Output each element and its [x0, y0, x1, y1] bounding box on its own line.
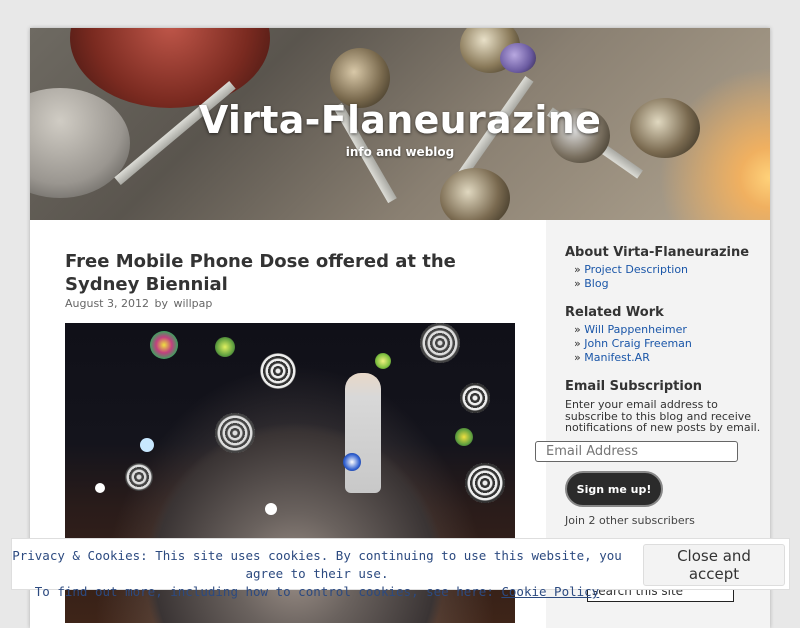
- avatar-figure: [345, 373, 381, 493]
- cookie-notice-line2: To find out more, including how to contr…: [12, 583, 622, 601]
- disc-decoration: [260, 353, 296, 389]
- site-title[interactable]: Virta-Flaneurazine: [30, 98, 770, 142]
- bullet-icon: »: [574, 323, 581, 336]
- subscription-description: Enter your email address to subscribe to…: [565, 398, 761, 434]
- list-item: » Will Pappenheimer: [574, 323, 692, 337]
- close-and-accept-button[interactable]: Close and accept: [643, 544, 785, 586]
- disc-decoration: [465, 463, 505, 503]
- disc-decoration: [265, 503, 277, 515]
- cookie-notice-line2-text: To find out more, including how to contr…: [34, 584, 502, 599]
- site-header: Virta-Flaneurazine info and weblog: [30, 28, 770, 220]
- cookie-notice: Privacy & Cookies: This site uses cookie…: [12, 547, 622, 601]
- cookie-policy-link[interactable]: Cookie Policy: [501, 584, 599, 599]
- disc-decoration: [95, 483, 105, 493]
- related-widget-title: Related Work: [565, 305, 664, 320]
- bullet-icon: »: [574, 351, 581, 364]
- bullet-icon: »: [574, 263, 581, 276]
- post-by-label: by: [154, 297, 168, 310]
- disc-decoration: [375, 353, 391, 369]
- about-widget-title: About Virta-Flaneurazine: [565, 245, 750, 260]
- site-description: info and weblog: [345, 145, 455, 159]
- link-manifest-ar[interactable]: Manifest.AR: [584, 351, 650, 364]
- bullet-icon: »: [574, 337, 581, 350]
- disc-decoration: [343, 453, 361, 471]
- post-author[interactable]: willpap: [173, 297, 212, 310]
- header-image-sphere: [70, 28, 270, 108]
- disc-decoration: [125, 463, 153, 491]
- link-will-pappenheimer[interactable]: Will Pappenheimer: [584, 323, 687, 336]
- disc-decoration: [420, 323, 460, 363]
- link-blog[interactable]: Blog: [584, 277, 608, 290]
- about-links: » Project Description » Blog: [574, 263, 688, 291]
- header-image-sphere: [440, 168, 510, 220]
- subscribe-button[interactable]: Sign me up!: [565, 471, 663, 507]
- cookie-banner: Privacy & Cookies: This site uses cookie…: [11, 538, 790, 599]
- disc-decoration: [150, 331, 178, 359]
- subscriber-count: Join 2 other subscribers: [565, 514, 695, 527]
- disc-decoration: [215, 413, 255, 453]
- disc-decoration: [140, 438, 154, 452]
- disc-decoration: [455, 428, 473, 446]
- list-item: » Project Description: [574, 263, 688, 277]
- post-title[interactable]: Free Mobile Phone Dose offered at the Sy…: [65, 250, 485, 296]
- list-item: » Blog: [574, 277, 688, 291]
- post-meta: August 3, 2012 by willpap: [65, 297, 212, 310]
- list-item: » John Craig Freeman: [574, 337, 692, 351]
- disc-decoration: [215, 337, 235, 357]
- disc-decoration: [460, 383, 490, 413]
- cookie-notice-line1: Privacy & Cookies: This site uses cookie…: [12, 548, 622, 581]
- bullet-icon: »: [574, 277, 581, 290]
- link-project-description[interactable]: Project Description: [584, 263, 688, 276]
- link-john-craig-freeman[interactable]: John Craig Freeman: [584, 337, 692, 350]
- list-item: » Manifest.AR: [574, 351, 692, 365]
- header-image-sphere: [500, 43, 536, 73]
- email-field[interactable]: [535, 441, 738, 462]
- subscription-widget-title: Email Subscription: [565, 379, 703, 394]
- related-links: » Will Pappenheimer » John Craig Freeman…: [574, 323, 692, 365]
- post-date[interactable]: August 3, 2012: [65, 297, 149, 310]
